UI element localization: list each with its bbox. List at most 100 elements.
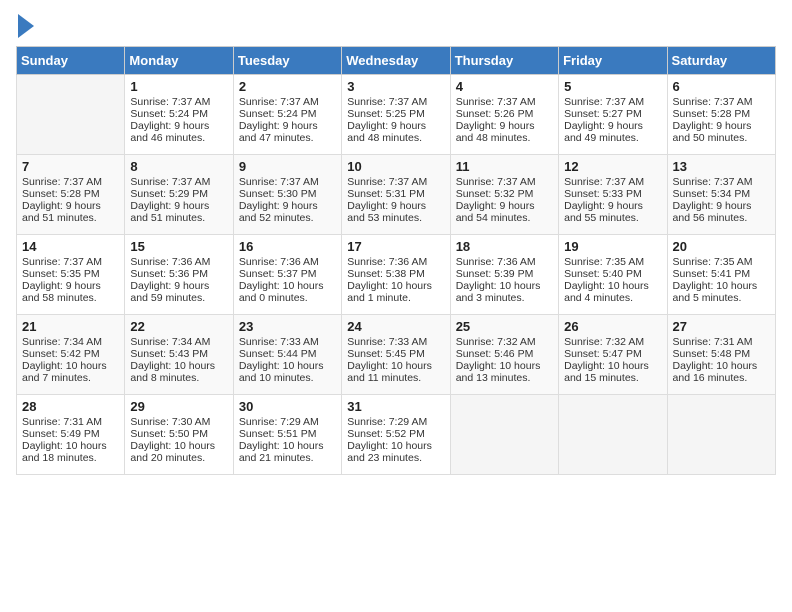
sunset-text: Sunset: 5:37 PM (239, 268, 317, 280)
day-number: 19 (564, 239, 661, 254)
week-row-1: 1Sunrise: 7:37 AMSunset: 5:24 PMDaylight… (17, 75, 776, 155)
sunset-text: Sunset: 5:24 PM (239, 108, 317, 120)
calendar-cell: 30Sunrise: 7:29 AMSunset: 5:51 PMDayligh… (233, 395, 341, 475)
sunrise-text: Sunrise: 7:30 AM (130, 416, 210, 428)
calendar-cell: 4Sunrise: 7:37 AMSunset: 5:26 PMDaylight… (450, 75, 558, 155)
daylight-text: Daylight: 9 hours and 58 minutes. (22, 280, 101, 304)
sunset-text: Sunset: 5:46 PM (456, 348, 534, 360)
sunset-text: Sunset: 5:43 PM (130, 348, 208, 360)
calendar-cell: 9Sunrise: 7:37 AMSunset: 5:30 PMDaylight… (233, 155, 341, 235)
day-number: 21 (22, 319, 119, 334)
sunrise-text: Sunrise: 7:35 AM (564, 256, 644, 268)
calendar-cell (450, 395, 558, 475)
day-number: 2 (239, 79, 336, 94)
day-number: 9 (239, 159, 336, 174)
calendar-cell: 25Sunrise: 7:32 AMSunset: 5:46 PMDayligh… (450, 315, 558, 395)
sunrise-text: Sunrise: 7:37 AM (456, 96, 536, 108)
sunrise-text: Sunrise: 7:29 AM (347, 416, 427, 428)
sunrise-text: Sunrise: 7:33 AM (347, 336, 427, 348)
sunrise-text: Sunrise: 7:36 AM (347, 256, 427, 268)
daylight-text: Daylight: 9 hours and 47 minutes. (239, 120, 318, 144)
day-number: 18 (456, 239, 553, 254)
sunrise-text: Sunrise: 7:29 AM (239, 416, 319, 428)
day-number: 23 (239, 319, 336, 334)
calendar-cell: 8Sunrise: 7:37 AMSunset: 5:29 PMDaylight… (125, 155, 233, 235)
calendar-cell: 20Sunrise: 7:35 AMSunset: 5:41 PMDayligh… (667, 235, 775, 315)
calendar-cell: 6Sunrise: 7:37 AMSunset: 5:28 PMDaylight… (667, 75, 775, 155)
daylight-text: Daylight: 9 hours and 53 minutes. (347, 200, 426, 224)
calendar-cell: 3Sunrise: 7:37 AMSunset: 5:25 PMDaylight… (342, 75, 450, 155)
sunrise-text: Sunrise: 7:34 AM (22, 336, 102, 348)
calendar-cell: 1Sunrise: 7:37 AMSunset: 5:24 PMDaylight… (125, 75, 233, 155)
calendar-cell: 27Sunrise: 7:31 AMSunset: 5:48 PMDayligh… (667, 315, 775, 395)
sunrise-text: Sunrise: 7:35 AM (673, 256, 753, 268)
calendar-cell: 28Sunrise: 7:31 AMSunset: 5:49 PMDayligh… (17, 395, 125, 475)
sunrise-text: Sunrise: 7:37 AM (564, 176, 644, 188)
calendar-cell: 29Sunrise: 7:30 AMSunset: 5:50 PMDayligh… (125, 395, 233, 475)
daylight-text: Daylight: 9 hours and 48 minutes. (347, 120, 426, 144)
daylight-text: Daylight: 10 hours and 5 minutes. (673, 280, 758, 304)
sunset-text: Sunset: 5:29 PM (130, 188, 208, 200)
sunset-text: Sunset: 5:30 PM (239, 188, 317, 200)
sunset-text: Sunset: 5:48 PM (673, 348, 751, 360)
daylight-text: Daylight: 9 hours and 52 minutes. (239, 200, 318, 224)
sunrise-text: Sunrise: 7:33 AM (239, 336, 319, 348)
day-header-sunday: Sunday (17, 47, 125, 75)
sunrise-text: Sunrise: 7:37 AM (130, 96, 210, 108)
week-row-5: 28Sunrise: 7:31 AMSunset: 5:49 PMDayligh… (17, 395, 776, 475)
day-header-friday: Friday (559, 47, 667, 75)
sunset-text: Sunset: 5:49 PM (22, 428, 100, 440)
day-number: 24 (347, 319, 444, 334)
calendar-table: SundayMondayTuesdayWednesdayThursdayFrid… (16, 46, 776, 475)
sunrise-text: Sunrise: 7:32 AM (564, 336, 644, 348)
day-number: 8 (130, 159, 227, 174)
week-row-2: 7Sunrise: 7:37 AMSunset: 5:28 PMDaylight… (17, 155, 776, 235)
sunset-text: Sunset: 5:42 PM (22, 348, 100, 360)
day-number: 11 (456, 159, 553, 174)
sunrise-text: Sunrise: 7:37 AM (347, 176, 427, 188)
day-number: 13 (673, 159, 770, 174)
calendar-cell: 13Sunrise: 7:37 AMSunset: 5:34 PMDayligh… (667, 155, 775, 235)
day-number: 28 (22, 399, 119, 414)
daylight-text: Daylight: 10 hours and 20 minutes. (130, 440, 215, 464)
day-number: 4 (456, 79, 553, 94)
day-number: 14 (22, 239, 119, 254)
daylight-text: Daylight: 9 hours and 49 minutes. (564, 120, 643, 144)
day-number: 5 (564, 79, 661, 94)
calendar-cell: 22Sunrise: 7:34 AMSunset: 5:43 PMDayligh… (125, 315, 233, 395)
daylight-text: Daylight: 10 hours and 1 minute. (347, 280, 432, 304)
day-header-saturday: Saturday (667, 47, 775, 75)
daylight-text: Daylight: 10 hours and 13 minutes. (456, 360, 541, 384)
calendar-cell: 19Sunrise: 7:35 AMSunset: 5:40 PMDayligh… (559, 235, 667, 315)
sunrise-text: Sunrise: 7:37 AM (456, 176, 536, 188)
day-number: 15 (130, 239, 227, 254)
day-number: 7 (22, 159, 119, 174)
sunset-text: Sunset: 5:44 PM (239, 348, 317, 360)
day-number: 3 (347, 79, 444, 94)
sunrise-text: Sunrise: 7:37 AM (130, 176, 210, 188)
calendar-cell (667, 395, 775, 475)
sunset-text: Sunset: 5:34 PM (673, 188, 751, 200)
sunrise-text: Sunrise: 7:37 AM (22, 256, 102, 268)
calendar-cell: 23 Sunrise: 7:33 AMSunset: 5:44 PMDayligh… (233, 315, 341, 395)
sunrise-text: Sunrise: 7:32 AM (456, 336, 536, 348)
daylight-text: Daylight: 9 hours and 50 minutes. (673, 120, 752, 144)
daylight-text: Daylight: 10 hours and 8 minutes. (130, 360, 215, 384)
day-number: 29 (130, 399, 227, 414)
calendar-cell: 16Sunrise: 7:36 AMSunset: 5:37 PMDayligh… (233, 235, 341, 315)
daylight-text: Daylight: 9 hours and 56 minutes. (673, 200, 752, 224)
day-header-tuesday: Tuesday (233, 47, 341, 75)
logo (16, 16, 34, 38)
day-number: 20 (673, 239, 770, 254)
sunset-text: Sunset: 5:24 PM (130, 108, 208, 120)
calendar-cell: 15Sunrise: 7:36 AMSunset: 5:36 PMDayligh… (125, 235, 233, 315)
daylight-text: Daylight: 10 hours and 11 minutes. (347, 360, 432, 384)
calendar-cell: 18Sunrise: 7:36 AMSunset: 5:39 PMDayligh… (450, 235, 558, 315)
calendar-cell: 17Sunrise: 7:36 AMSunset: 5:38 PMDayligh… (342, 235, 450, 315)
sunrise-text: Sunrise: 7:31 AM (673, 336, 753, 348)
daylight-text: Daylight: 10 hours and 4 minutes. (564, 280, 649, 304)
daylight-text: Daylight: 10 hours and 10 minutes. (239, 360, 324, 384)
sunset-text: Sunset: 5:45 PM (347, 348, 425, 360)
daylight-text: Daylight: 10 hours and 23 minutes. (347, 440, 432, 464)
sunset-text: Sunset: 5:32 PM (456, 188, 534, 200)
